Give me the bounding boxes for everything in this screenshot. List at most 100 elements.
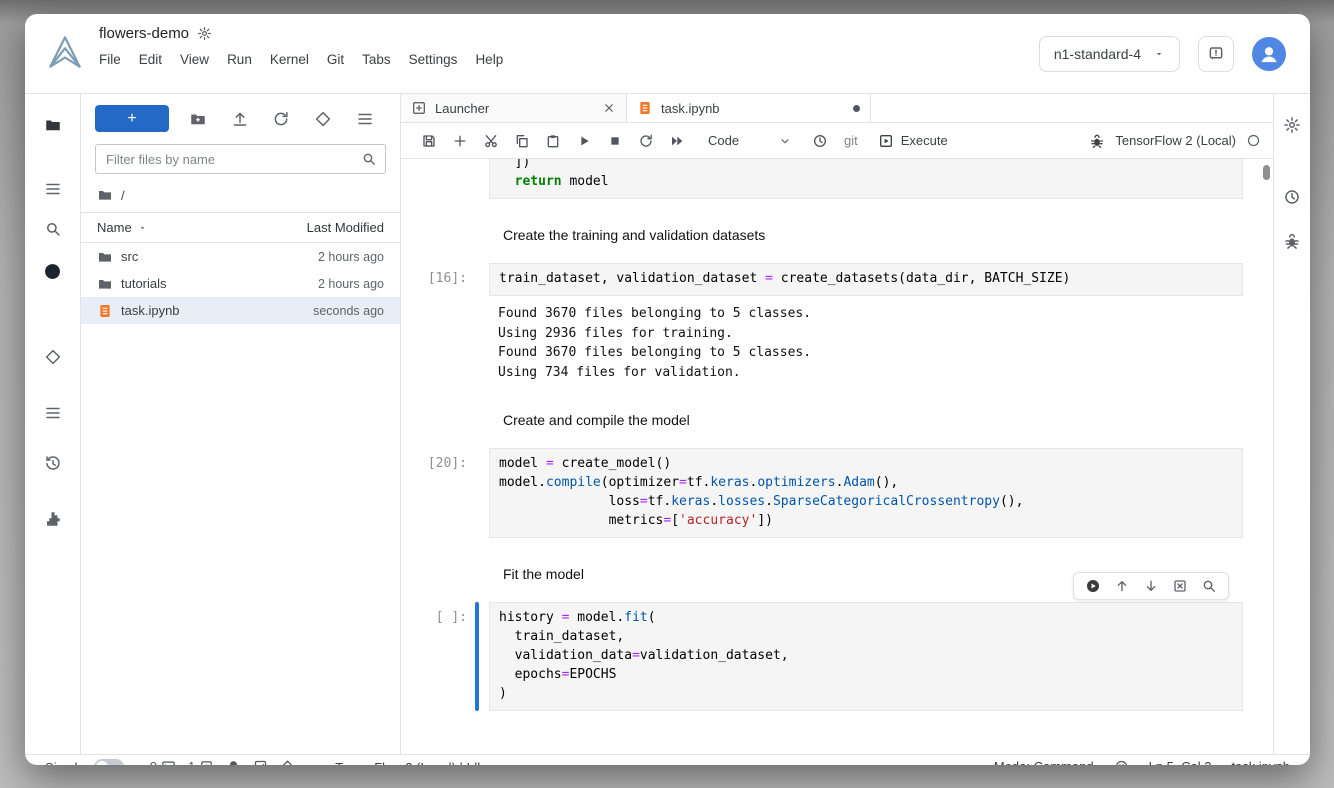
menu-help[interactable]: Help [466, 48, 512, 71]
markdown-cell[interactable]: Create the training and validation datas… [401, 207, 1243, 261]
kernel-status-icon[interactable] [1246, 133, 1261, 148]
file-row-tutorials[interactable]: tutorials2 hours ago [81, 270, 400, 297]
sidebar-item-running-sessions[interactable] [25, 172, 80, 206]
sort-by-name[interactable]: Name [97, 220, 148, 235]
file-list: src2 hours agotutorials2 hours agotask.i… [81, 243, 400, 324]
cell-collapser[interactable] [471, 161, 489, 199]
user-avatar[interactable] [1252, 37, 1286, 71]
breadcrumb[interactable]: / [81, 184, 400, 212]
cell-collapser[interactable] [471, 602, 489, 711]
menu-settings[interactable]: Settings [400, 48, 467, 71]
paste-cell-button[interactable] [537, 127, 568, 155]
sidebar-item-extensions[interactable] [25, 502, 80, 536]
sidebar-item-app-launcher[interactable] [25, 254, 80, 288]
search-icon [361, 151, 377, 167]
simple-mode-toggle[interactable] [94, 759, 124, 765]
git-clone-button[interactable] [310, 106, 336, 132]
run-cell-icon[interactable] [1085, 578, 1101, 594]
interrupt-kernel-button[interactable] [599, 127, 630, 155]
cell-type-dropdown[interactable]: Code [708, 133, 792, 148]
code-cell[interactable]: [16]:train_dataset, validation_dataset =… [401, 263, 1243, 384]
tab-launcher[interactable]: Launcher [401, 94, 627, 122]
menu-tabs[interactable]: Tabs [353, 48, 400, 71]
move-cell-up-icon[interactable] [1114, 578, 1130, 594]
tab-bar: Launchertask.ipynb [401, 94, 1273, 123]
topbar-right: n1-standard-4 [1039, 14, 1310, 93]
execute-button[interactable]: Execute [878, 133, 948, 149]
new-launcher-button[interactable]: + [95, 105, 169, 132]
git-status-button[interactable] [280, 759, 295, 765]
sidebar-item-search[interactable] [25, 212, 80, 246]
code-cell[interactable]: [20]:model = create_model()model.compile… [401, 448, 1243, 538]
root-folder-icon[interactable] [97, 187, 113, 203]
cut-cell-button[interactable] [475, 127, 506, 155]
notifications-button[interactable] [226, 759, 241, 765]
markdown-cell[interactable]: Create and compile the model [401, 392, 1243, 446]
code-editor[interactable]: history = model.fit( train_dataset, vali… [489, 602, 1243, 711]
machine-type-dropdown[interactable]: n1-standard-4 [1039, 36, 1180, 72]
cell-collapser[interactable] [471, 207, 489, 261]
new-folder-button[interactable] [185, 106, 211, 132]
save-button[interactable] [413, 127, 444, 155]
code-line: epochs=EPOCHS [499, 666, 1233, 685]
restart-kernel-button[interactable] [630, 127, 661, 155]
cell-collapser[interactable] [471, 263, 489, 384]
menu-run[interactable]: Run [218, 48, 261, 71]
kernel-status-text[interactable]: TensorFlow 2 (Local) | Idle [335, 759, 487, 765]
move-cell-down-icon[interactable] [1143, 578, 1159, 594]
debugger-bug-icon[interactable] [1089, 133, 1105, 149]
sidebar-item-file-browser[interactable] [25, 108, 80, 142]
upload-button[interactable] [227, 106, 253, 132]
folder-icon [97, 249, 113, 265]
menu-file[interactable]: File [90, 48, 130, 71]
modified-column-label[interactable]: Last Modified [307, 220, 384, 235]
upload-icon [231, 110, 249, 128]
code-cell[interactable]: ]) return model [401, 161, 1243, 199]
kernel-name[interactable]: TensorFlow 2 (Local) [1115, 133, 1236, 148]
file-row-task-ipynb[interactable]: task.ipynbseconds ago [81, 297, 400, 324]
search-icon [44, 220, 62, 238]
close-icon[interactable] [602, 101, 616, 115]
sidebar-item-kernel-usage[interactable] [1274, 180, 1310, 214]
checkpoint-clock-icon[interactable] [812, 133, 828, 149]
menu-git[interactable]: Git [318, 48, 353, 71]
insert-cell-button[interactable] [444, 127, 475, 155]
menu-edit[interactable]: Edit [130, 48, 171, 71]
find-icon[interactable] [1201, 578, 1217, 594]
run-cell-button[interactable] [568, 127, 599, 155]
sidebar-item-debugger[interactable] [1274, 224, 1310, 258]
sidebar-item-command-history[interactable] [25, 446, 80, 480]
delete-cell-icon[interactable] [1172, 578, 1188, 594]
sidebar-item-table-of-contents[interactable] [25, 396, 80, 430]
title-settings-gear-icon[interactable] [197, 26, 212, 41]
tasks-button[interactable] [253, 759, 268, 765]
sidebar-item-property-inspector[interactable] [1274, 108, 1310, 142]
notebook-scrollbar[interactable] [1263, 165, 1270, 748]
cell-collapser[interactable] [471, 448, 489, 538]
filter-files-input[interactable] [95, 144, 386, 174]
cell-collapser[interactable] [471, 546, 489, 600]
restart-run-all-button[interactable] [661, 127, 692, 155]
copy-cell-button[interactable] [506, 127, 537, 155]
file-list-button[interactable] [352, 106, 378, 132]
cell-collapser[interactable] [471, 392, 489, 446]
file-row-src[interactable]: src2 hours ago [81, 243, 400, 270]
kernels-counter[interactable]: 1 [188, 759, 214, 765]
feedback-button[interactable] [1198, 36, 1234, 72]
code-line: train_dataset, [499, 628, 1233, 647]
menu-kernel[interactable]: Kernel [261, 48, 318, 71]
refresh-button[interactable] [268, 106, 294, 132]
code-editor[interactable]: ]) return model [489, 159, 1243, 199]
code-editor[interactable]: train_dataset, validation_dataset = crea… [489, 263, 1243, 296]
sidebar-item-git[interactable] [25, 340, 80, 374]
scrollbar-thumb[interactable] [1263, 165, 1270, 180]
terminals-counter[interactable]: 0 [150, 759, 176, 765]
menu-view[interactable]: View [171, 48, 218, 71]
left-sidebar [25, 94, 81, 754]
circle-x-icon[interactable] [1114, 759, 1129, 765]
tab-task-ipynb[interactable]: task.ipynb [627, 94, 871, 122]
code-editor[interactable]: model = create_model()model.compile(opti… [489, 448, 1243, 538]
active-file-name: task.ipynb [1231, 759, 1290, 765]
cursor-position[interactable]: Ln 5, Col 2 [1149, 759, 1212, 765]
active-code-cell[interactable]: [ ]:history = model.fit( train_dataset, … [401, 602, 1243, 711]
